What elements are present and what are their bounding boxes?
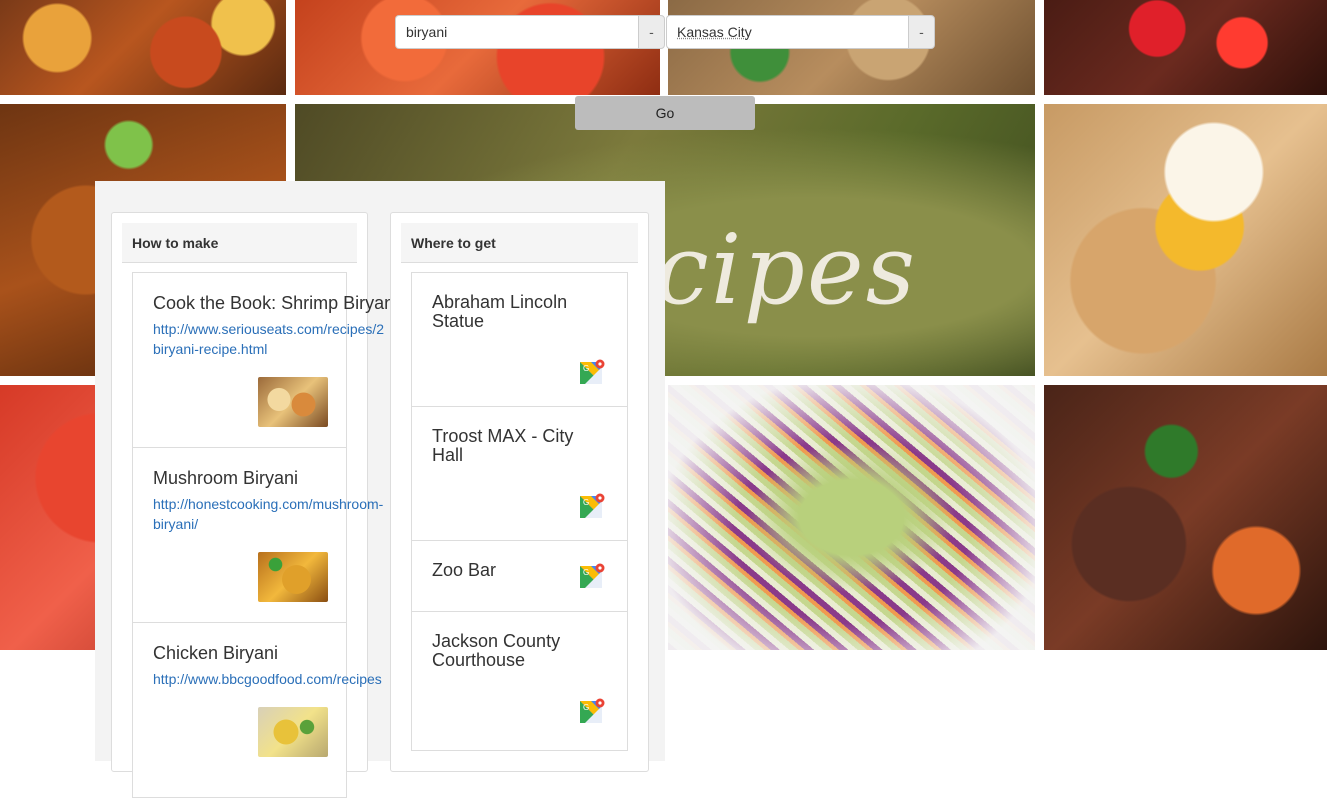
place-name: Jackson County Courthouse	[432, 631, 561, 670]
recipe-link[interactable]: http://www.seriouseats.com/recipes/2 biry…	[153, 319, 390, 359]
city-input[interactable]	[666, 15, 908, 49]
recipe-link[interactable]: http://honestcooking.com/mushroom-biryan…	[153, 494, 390, 534]
svg-text:G: G	[583, 364, 589, 373]
dish-search-group: -	[395, 15, 665, 49]
svg-text:G: G	[583, 703, 589, 712]
results-panel: How to make Cook the Book: Shrimp Biryan…	[95, 181, 665, 798]
place-name: Abraham Lincoln Statue	[432, 292, 568, 331]
how-to-make-column: How to make Cook the Book: Shrimp Biryan…	[111, 212, 398, 798]
city-clear-button[interactable]: -	[908, 15, 935, 49]
list-item[interactable]: Mushroom Biryani http://honestcooking.co…	[132, 447, 383, 623]
recipe-thumbnail[interactable]	[258, 707, 328, 757]
google-maps-icon[interactable]: G	[579, 493, 605, 519]
list-item[interactable]: Cook the Book: Shrimp Biryani http://www…	[132, 272, 399, 448]
food-image	[668, 385, 1035, 650]
list-item[interactable]: Zoo Bar G	[411, 540, 628, 612]
list-item[interactable]: Jackson County Courthouse G	[411, 611, 628, 751]
svg-text:G: G	[583, 568, 589, 577]
recipe-title: Cook the Book: Shrimp Biryani	[153, 293, 399, 313]
recipe-thumbnail[interactable]	[258, 377, 328, 427]
recipe-link[interactable]: http://www.bbcgoodfood.com/recipes	[153, 669, 390, 689]
list-item[interactable]: Troost MAX - City Hall G	[411, 406, 628, 541]
city-search-group: -	[666, 15, 935, 49]
banner-text: cipes	[655, 214, 917, 326]
food-image	[1044, 385, 1327, 650]
food-image	[1044, 104, 1327, 376]
place-list: Abraham Lincoln Statue G Troost MAX - Cit…	[411, 272, 628, 751]
how-to-make-header: How to make	[122, 223, 357, 263]
where-to-get-column: Where to get Abraham Lincoln Statue G Tro…	[390, 212, 649, 772]
dish-input[interactable]	[395, 15, 638, 49]
svg-text:G: G	[583, 498, 589, 507]
place-name: Troost MAX - City Hall	[432, 426, 574, 465]
google-maps-icon[interactable]: G	[579, 359, 605, 385]
where-to-get-header: Where to get	[401, 223, 638, 263]
go-button[interactable]: Go	[575, 96, 755, 130]
google-maps-icon[interactable]: G	[579, 698, 605, 724]
recipe-list: Cook the Book: Shrimp Biryani http://www…	[132, 272, 399, 798]
food-image	[1044, 0, 1327, 95]
recipe-thumbnail[interactable]	[258, 552, 328, 602]
google-maps-icon[interactable]: G	[579, 563, 605, 589]
list-item[interactable]: Abraham Lincoln Statue G	[411, 272, 628, 407]
food-image	[0, 0, 286, 95]
dish-clear-button[interactable]: -	[638, 15, 665, 49]
recipe-title: Mushroom Biryani	[153, 468, 299, 488]
list-item[interactable]: Chicken Biryani http://www.bbcgoodfood.c…	[132, 622, 382, 798]
recipe-title: Chicken Biryani	[153, 643, 279, 663]
